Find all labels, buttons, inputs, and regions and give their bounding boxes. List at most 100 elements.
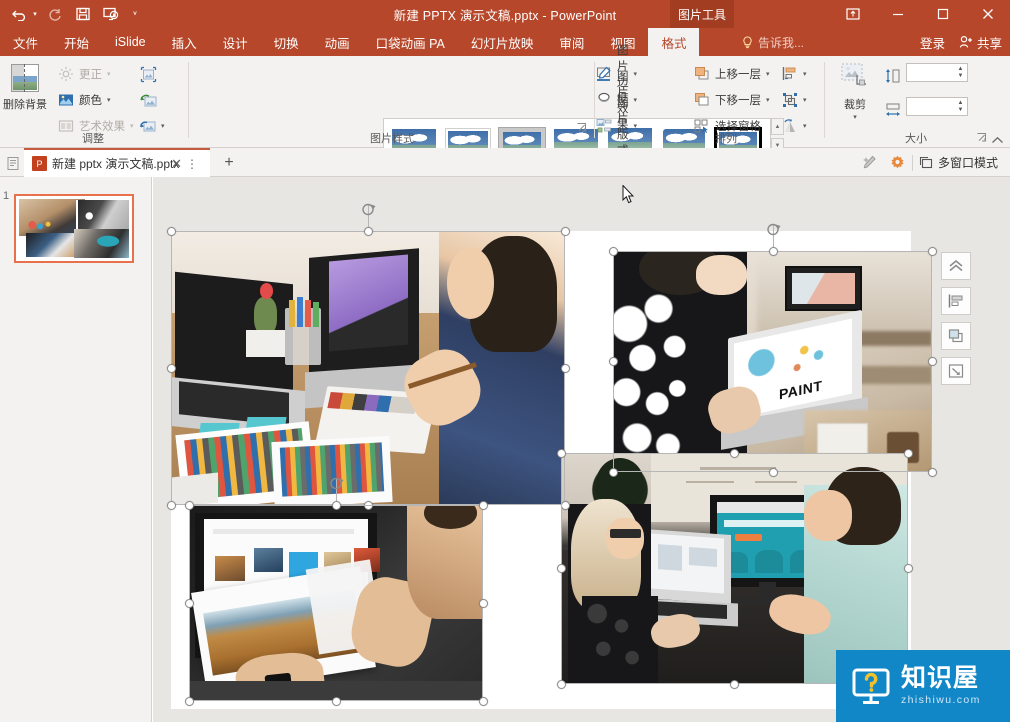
chevron-down-icon[interactable]: ▾ xyxy=(766,96,770,104)
align-objects-icon[interactable] xyxy=(941,287,971,315)
share-button[interactable]: 共享 xyxy=(959,33,1002,52)
tab-menu-icon[interactable]: ⋮ xyxy=(186,157,198,171)
remove-background-button[interactable]: 删除背景 xyxy=(0,62,54,112)
chevron-down-icon[interactable]: ▾ xyxy=(853,113,857,121)
bring-forward-button[interactable]: 上移一层 ▾ xyxy=(694,63,770,84)
tab-insert[interactable]: 插入 xyxy=(159,28,210,56)
bring-to-front-icon[interactable] xyxy=(941,252,971,280)
resize-handle-n[interactable] xyxy=(331,500,341,510)
rotate-handle-photo-2[interactable] xyxy=(766,221,782,237)
resize-handle-se[interactable] xyxy=(478,696,488,706)
slide-thumbnail-1[interactable] xyxy=(14,194,134,263)
resize-handle-nw[interactable] xyxy=(556,448,566,458)
resize-handle-ne[interactable] xyxy=(927,246,937,256)
resize-handle-ne[interactable] xyxy=(903,448,913,458)
shape-height-input[interactable]: ▲ ▼ xyxy=(906,63,968,82)
tell-me-box[interactable]: 告诉我... xyxy=(742,28,804,56)
resize-handle-s[interactable] xyxy=(331,696,341,706)
shape-height-stepper[interactable]: ▲ ▼ xyxy=(955,64,966,81)
resize-handle-e[interactable] xyxy=(903,563,913,573)
chevron-down-icon[interactable]: ▾ xyxy=(130,122,134,130)
tab-home[interactable]: 开始 xyxy=(51,28,102,56)
document-list-icon[interactable] xyxy=(4,154,22,172)
chevron-down-icon[interactable]: ▾ xyxy=(107,96,111,104)
resize-handle-nw[interactable] xyxy=(166,226,176,236)
resize-handle-w[interactable] xyxy=(608,356,618,366)
slide-canvas[interactable]: PAINT xyxy=(153,177,1010,722)
resize-handle-s[interactable] xyxy=(363,500,373,510)
resize-handle-w[interactable] xyxy=(556,563,566,573)
resize-handle-ne[interactable] xyxy=(478,500,488,510)
resize-handle-sw[interactable] xyxy=(184,696,194,706)
chevron-down-icon[interactable]: ▾ xyxy=(766,70,770,78)
resize-handle-s[interactable] xyxy=(768,467,778,477)
photo-printed-photos[interactable] xyxy=(189,505,483,701)
resize-handle-se[interactable] xyxy=(927,467,937,477)
chevron-down-icon[interactable]: ▾ xyxy=(107,70,111,78)
send-backward-icon xyxy=(694,92,710,108)
minimize-button[interactable] xyxy=(875,0,920,28)
resize-handle-sw[interactable] xyxy=(608,467,618,477)
ribbon-display-options-icon[interactable] xyxy=(830,0,875,28)
resize-handle-w[interactable] xyxy=(184,598,194,608)
resize-handle-n[interactable] xyxy=(768,246,778,256)
group-label-size: 大小 xyxy=(905,133,927,145)
document-tab[interactable]: P 新建 pptx 演示文稿.pptx ✕ ⋮ xyxy=(24,148,210,177)
crop-button[interactable]: 裁剪 ▾ xyxy=(830,62,880,121)
resize-handle-sw[interactable] xyxy=(166,500,176,510)
tab-format[interactable]: 格式 xyxy=(648,28,700,56)
resize-handle-w[interactable] xyxy=(166,363,176,373)
tell-me-label: 告诉我... xyxy=(758,35,805,50)
new-tab-button[interactable]: + xyxy=(218,152,240,174)
compress-pictures-button[interactable] xyxy=(140,63,157,84)
monitor-question-icon xyxy=(850,665,892,707)
shape-width-input[interactable]: ▲ ▼ xyxy=(906,97,968,116)
tab-islide[interactable]: iSlide xyxy=(102,28,159,56)
chevron-down-icon[interactable]: ▾ xyxy=(161,122,165,130)
align-button[interactable]: ▾ xyxy=(782,63,807,84)
rotate-handle-photo-3[interactable] xyxy=(329,475,345,491)
resize-handle-e[interactable] xyxy=(478,598,488,608)
sign-in-button[interactable]: 登录 xyxy=(920,33,945,52)
settings-gear-icon[interactable] xyxy=(884,148,912,177)
photo-design-workspace[interactable] xyxy=(171,231,565,505)
tab-file[interactable]: 文件 xyxy=(0,28,51,56)
multi-window-mode-button[interactable]: 多窗口模式 xyxy=(913,154,1006,171)
send-backward-button[interactable]: 下移一层 ▾ xyxy=(694,89,770,110)
chevron-down-icon[interactable]: ▾ xyxy=(803,96,807,104)
group-button[interactable]: ▾ xyxy=(782,89,807,110)
plugin-wand-icon[interactable] xyxy=(856,148,884,177)
change-picture-button[interactable] xyxy=(140,89,157,110)
collapse-ribbon-button[interactable] xyxy=(991,136,1004,145)
tab-slideshow[interactable]: 幻灯片放映 xyxy=(458,28,547,56)
color-button[interactable]: 颜色 ▾ xyxy=(58,89,111,110)
resize-handle-sw[interactable] xyxy=(556,679,566,689)
resize-handle-n[interactable] xyxy=(729,448,739,458)
resize-handle-e[interactable] xyxy=(560,363,570,373)
resize-handle-n[interactable] xyxy=(363,226,373,236)
chevron-down-icon[interactable]: ▾ xyxy=(803,122,807,130)
size-options-icon[interactable] xyxy=(941,357,971,385)
maximize-button[interactable] xyxy=(920,0,965,28)
resize-handle-e[interactable] xyxy=(927,356,937,366)
chevron-down-icon[interactable]: ▾ xyxy=(803,70,807,78)
photo-laptop-paint[interactable]: PAINT xyxy=(613,251,932,472)
rotate-handle-photo-1[interactable] xyxy=(361,201,377,217)
layout-options-icon[interactable] xyxy=(941,322,971,350)
close-button[interactable] xyxy=(965,0,1010,28)
close-icon[interactable]: ✕ xyxy=(171,156,182,172)
shape-width-stepper[interactable]: ▲ ▼ xyxy=(955,98,966,115)
resize-handle-se[interactable] xyxy=(560,500,570,510)
corrections-button[interactable]: 更正 ▾ xyxy=(58,63,111,84)
tab-animations[interactable]: 动画 xyxy=(312,28,363,56)
resize-handle-nw[interactable] xyxy=(608,246,618,256)
shape-width-field[interactable] xyxy=(884,99,900,120)
tab-pocket-animation[interactable]: 口袋动画 PA xyxy=(363,28,458,56)
resize-handle-nw[interactable] xyxy=(184,500,194,510)
resize-handle-s[interactable] xyxy=(729,679,739,689)
tab-design[interactable]: 设计 xyxy=(210,28,261,56)
shape-height-field[interactable] xyxy=(884,65,900,86)
tab-review[interactable]: 审阅 xyxy=(546,28,597,56)
tab-transitions[interactable]: 切换 xyxy=(261,28,312,56)
resize-handle-ne[interactable] xyxy=(560,226,570,236)
